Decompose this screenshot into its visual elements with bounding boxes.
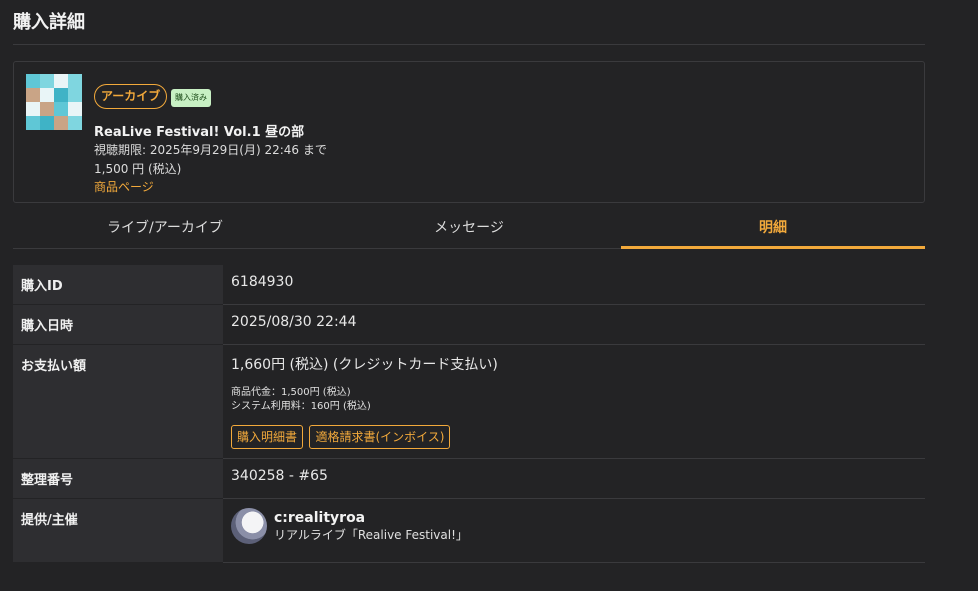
provider-label: 提供/主催	[13, 498, 223, 563]
tab-messages[interactable]: メッセージ	[317, 210, 621, 248]
tab-live-archive[interactable]: ライブ/アーカイブ	[13, 210, 317, 248]
product-price: 1,500 円 (税込)	[94, 162, 182, 176]
title-divider	[13, 44, 925, 45]
system-fee-line: システム利用料：160円 (税込)	[231, 401, 371, 412]
tab-details[interactable]: 明細	[621, 210, 925, 249]
tab-bar: ライブ/アーカイブ メッセージ 明細	[13, 210, 925, 249]
product-name: ReaLive Festival! Vol.1 昼の部	[94, 125, 305, 140]
purchase-datetime-label: 購入日時	[13, 304, 223, 345]
product-page-link[interactable]: 商品ページ	[94, 180, 154, 194]
table-row: 整理番号 340258 - #65	[13, 458, 925, 499]
viewing-period: 視聴期限: 2025年9月29日(月) 22:46 まで	[94, 143, 327, 157]
table-row: お支払い額 1,660円 (税込) (クレジットカード支払い) 商品代金：1,5…	[13, 344, 925, 459]
table-row: 提供/主催 c:realityroa リアルライブ「Realive Festiv…	[13, 498, 925, 563]
product-thumbnail[interactable]	[26, 74, 82, 130]
purchase-details-table: 購入ID 6184930 購入日時 2025/08/30 22:44 お支払い額…	[13, 265, 925, 563]
reference-number-label: 整理番号	[13, 458, 223, 499]
provider-name[interactable]: c:realityroa	[274, 510, 468, 527]
purchase-id-value: 6184930	[223, 265, 925, 305]
product-card: アーカイブ 購入済み ReaLive Festival! Vol.1 昼の部 視…	[13, 61, 925, 203]
table-row: 購入日時 2025/08/30 22:44	[13, 304, 925, 345]
payment-value: 1,660円 (税込) (クレジットカード支払い)	[231, 357, 498, 373]
archive-badge: アーカイブ	[94, 84, 168, 109]
purchase-id-label: 購入ID	[13, 265, 223, 305]
item-price-line: 商品代金：1,500円 (税込)	[231, 387, 351, 398]
provider-info: c:realityroa リアルライブ「Realive Festival!」	[231, 508, 917, 544]
purchased-badge: 購入済み	[171, 89, 211, 107]
purchase-datetime-value: 2025/08/30 22:44	[223, 304, 925, 345]
table-row: 購入ID 6184930	[13, 265, 925, 305]
page-title: 購入詳細	[13, 12, 85, 33]
payment-label: お支払い額	[13, 344, 223, 459]
avatar[interactable]	[231, 508, 267, 544]
invoice-button[interactable]: 適格請求書(インボイス)	[309, 425, 451, 449]
reference-number-value: 340258 - #65	[223, 458, 925, 499]
provider-event: リアルライブ「Realive Festival!」	[274, 527, 468, 542]
receipt-button[interactable]: 購入明細書	[231, 425, 304, 449]
